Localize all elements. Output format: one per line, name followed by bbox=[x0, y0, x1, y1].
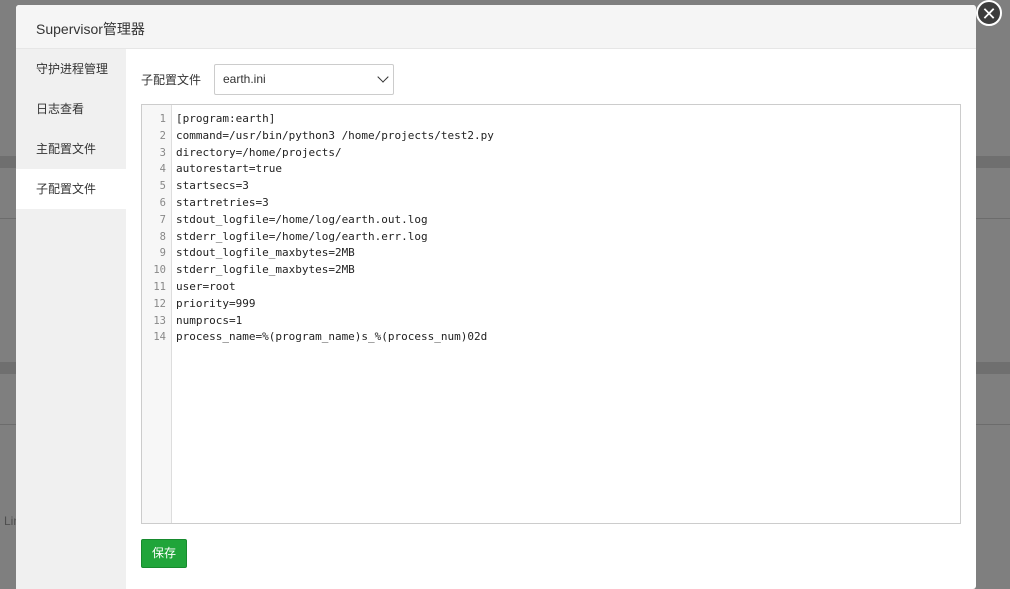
config-file-select[interactable]: earth.ini bbox=[214, 64, 394, 95]
line-number: 7 bbox=[159, 213, 166, 226]
supervisor-modal: Supervisor管理器 ✕ 守护进程管理 日志查看 主配置文件 子配置文件 … bbox=[16, 0, 1002, 589]
sidebar-item-main-config[interactable]: 主配置文件 bbox=[16, 129, 126, 169]
config-file-label: 子配置文件 bbox=[141, 73, 202, 87]
code-line[interactable]: stderr_logfile=/home/log/earth.err.log bbox=[176, 229, 956, 246]
code-line[interactable]: stderr_logfile_maxbytes=2MB bbox=[176, 262, 956, 279]
code-line[interactable]: priority=999 bbox=[176, 296, 956, 313]
sidebar: 守护进程管理 日志查看 主配置文件 子配置文件 bbox=[16, 49, 126, 589]
chevron-down-icon bbox=[377, 71, 389, 83]
sidebar-item-daemon-management[interactable]: 守护进程管理 bbox=[16, 49, 126, 89]
code-line[interactable]: stdout_logfile_maxbytes=2MB bbox=[176, 245, 956, 262]
modal-header: Supervisor管理器 bbox=[16, 5, 976, 49]
sidebar-item-sub-config[interactable]: 子配置文件 bbox=[16, 169, 126, 209]
sidebar-item-label: 子配置文件 bbox=[36, 182, 97, 196]
code-editor[interactable]: 1 2 3 4 5 6 7 8 9 10 11 12 13 14 [program:earth] comma… bbox=[141, 104, 961, 524]
close-icon[interactable]: ✕ bbox=[976, 0, 1002, 26]
line-number: 12 bbox=[153, 297, 166, 310]
line-number: 6 bbox=[159, 196, 166, 209]
line-number: 10 bbox=[153, 264, 166, 277]
line-number: 1 bbox=[159, 113, 166, 125]
code-lines[interactable]: [program:earth] command=/usr/bin/python3 … bbox=[176, 111, 956, 346]
code-line[interactable]: process_name=%(program_name)s_%(process_… bbox=[176, 329, 956, 346]
line-number: 2 bbox=[159, 129, 166, 142]
line-number: 14 bbox=[153, 331, 166, 344]
sidebar-item-label: 守护进程管理 bbox=[36, 62, 109, 76]
line-number: 5 bbox=[159, 180, 166, 193]
code-line[interactable]: directory=/home/projects/ bbox=[176, 145, 956, 162]
code-line[interactable]: user=root bbox=[176, 279, 956, 296]
sidebar-item-log-view[interactable]: 日志查看 bbox=[16, 89, 126, 129]
sidebar-item-label: 日志查看 bbox=[36, 102, 85, 116]
modal-title: Supervisor管理器 bbox=[36, 21, 145, 37]
line-number-gutter: 1 2 3 4 5 6 7 8 9 10 11 12 13 14 bbox=[142, 105, 172, 523]
line-number: 13 bbox=[153, 314, 166, 327]
code-line[interactable]: stdout_logfile=/home/log/earth.out.log bbox=[176, 212, 956, 229]
save-button[interactable]: 保存 bbox=[141, 539, 187, 568]
code-line[interactable]: startsecs=3 bbox=[176, 178, 956, 195]
line-number: 4 bbox=[159, 163, 166, 176]
code-line[interactable]: startretries=3 bbox=[176, 195, 956, 212]
line-number: 9 bbox=[159, 247, 166, 260]
sidebar-item-label: 主配置文件 bbox=[36, 142, 97, 156]
line-number: 8 bbox=[159, 230, 166, 243]
code-line[interactable]: numprocs=1 bbox=[176, 313, 956, 330]
main-content: 子配置文件 earth.ini 1 2 3 4 5 6 7 8 9 10 11 12 13 14 [pro… bbox=[141, 49, 976, 589]
line-number: 11 bbox=[153, 280, 166, 293]
code-line[interactable]: autorestart=true bbox=[176, 161, 956, 178]
code-line[interactable]: [program:earth] bbox=[176, 111, 956, 128]
config-file-select-value: earth.ini bbox=[223, 72, 266, 86]
code-line[interactable]: command=/usr/bin/python3 /home/projects/… bbox=[176, 128, 956, 145]
line-number: 3 bbox=[159, 146, 166, 159]
